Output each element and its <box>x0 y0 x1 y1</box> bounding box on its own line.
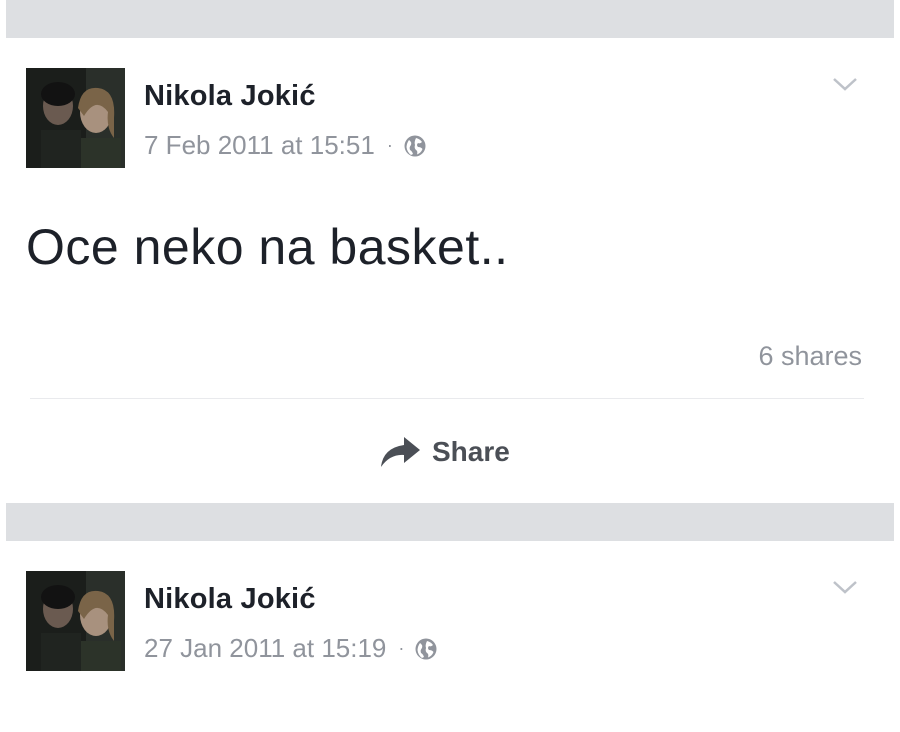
author-name[interactable]: Nikola Jokić <box>144 80 316 113</box>
post-meta: 27 Jan 2011 at 15:19 · <box>144 633 438 664</box>
share-button[interactable]: Share <box>378 430 510 474</box>
shares-count[interactable]: 6 shares <box>758 341 862 372</box>
chevron-down-icon[interactable] <box>832 579 858 595</box>
chevron-down-icon[interactable] <box>832 76 858 92</box>
author-avatar[interactable] <box>26 571 125 671</box>
feed-separator <box>6 503 894 541</box>
feed-post: Nikola Jokić 7 Feb 2011 at 15:51 · Oce n… <box>0 38 900 503</box>
feed-post: Nikola Jokić 27 Jan 2011 at 15:19 · <box>0 541 900 732</box>
author-name[interactable]: Nikola Jokić <box>144 583 316 616</box>
feed-separator <box>6 0 894 38</box>
meta-separator: · <box>386 135 393 155</box>
globe-icon <box>415 638 437 659</box>
post-timestamp[interactable]: 27 Jan 2011 at 15:19 <box>144 633 386 664</box>
globe-icon <box>404 135 426 156</box>
post-meta: 7 Feb 2011 at 15:51 · <box>144 130 427 161</box>
post-timestamp[interactable]: 7 Feb 2011 at 15:51 <box>144 130 375 161</box>
post-message: Oce neko na basket.. <box>26 219 509 275</box>
news-feed: Nikola Jokić 7 Feb 2011 at 15:51 · Oce n… <box>0 0 900 732</box>
share-button-label: Share <box>432 436 510 467</box>
share-arrow-icon <box>381 437 420 467</box>
author-avatar[interactable] <box>26 68 125 168</box>
meta-separator: · <box>398 638 405 658</box>
post-divider <box>30 398 864 399</box>
